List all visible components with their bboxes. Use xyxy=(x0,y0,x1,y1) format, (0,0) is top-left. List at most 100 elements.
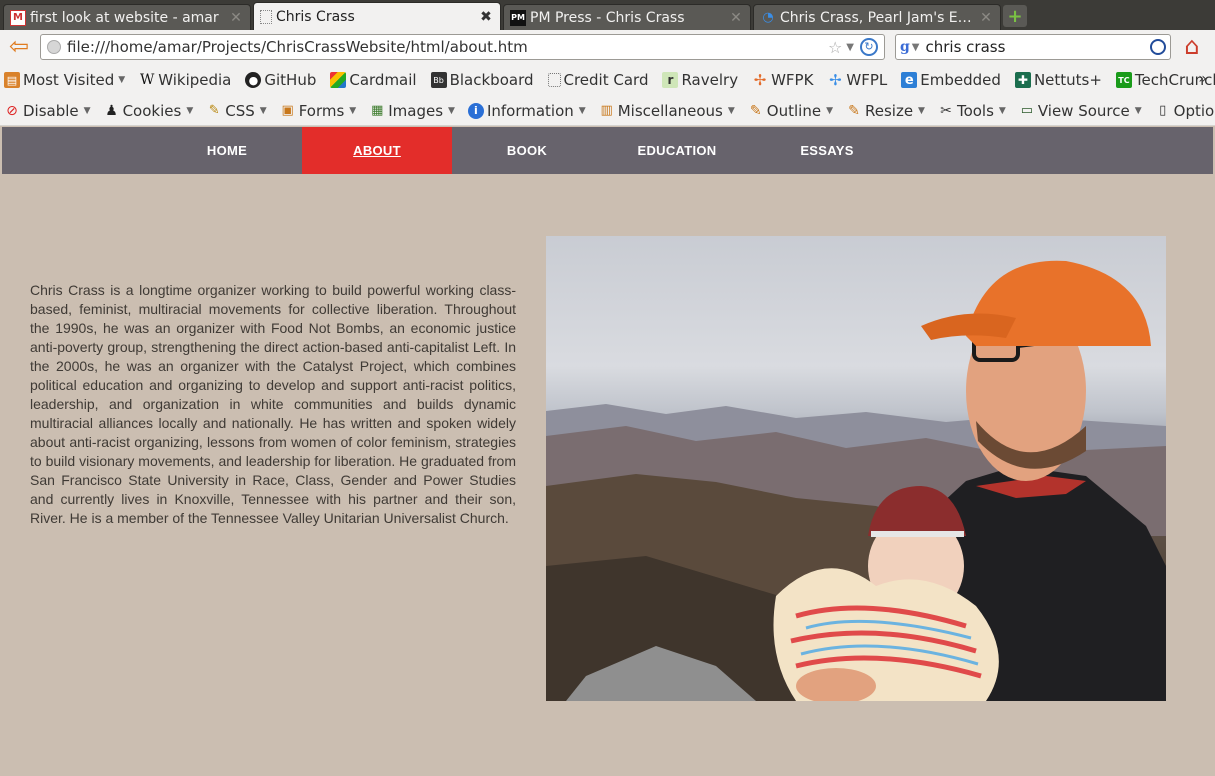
url-text[interactable]: file:///home/amar/Projects/ChrisCrassWeb… xyxy=(67,38,822,56)
dev-menu-label: Forms xyxy=(298,101,345,120)
bookmark-wfpk[interactable]: ✢ WFPK xyxy=(752,71,814,89)
embedded-icon: e xyxy=(901,72,918,88)
github-icon: ● xyxy=(245,72,262,88)
dev-menu-label: Miscellaneous xyxy=(617,101,723,120)
chevron-down-icon: ▼ xyxy=(727,105,735,116)
gmail-icon: M xyxy=(10,9,26,26)
tab-title: Chris Crass xyxy=(276,8,355,25)
google-icon[interactable]: g xyxy=(900,39,910,55)
navigation-toolbar: ⇦ file:///home/amar/Projects/ChrisCrassW… xyxy=(0,30,1215,64)
tab-pm-press[interactable]: PM PM Press - Chris Crass ✕ xyxy=(503,4,751,30)
tools-icon: ✂ xyxy=(940,102,952,119)
search-engine-dropdown-icon[interactable]: ▼ xyxy=(912,42,920,53)
css-icon: ✎ xyxy=(208,103,220,118)
miscellaneous-icon: ▥ xyxy=(600,103,613,118)
author-photo xyxy=(546,236,1166,701)
dev-menu-resize[interactable]: ✎ Resize ▼ xyxy=(846,102,925,120)
bookmark-label: WFPK xyxy=(771,71,814,89)
dev-menu-css[interactable]: ✎ CSS ▼ xyxy=(206,101,267,120)
bookmark-github[interactable]: ● GitHub xyxy=(245,71,316,89)
wfpl-icon: ✢ xyxy=(829,71,842,89)
bookmark-star-icon[interactable]: ☆ xyxy=(828,38,842,57)
dev-menu-label: CSS xyxy=(225,101,255,120)
chevron-down-icon: ▼ xyxy=(83,105,91,116)
dev-menu-label: Options xyxy=(1173,101,1215,120)
nav-education-link[interactable]: EDUCATION xyxy=(602,127,752,174)
bookmark-credit-card[interactable]: Credit Card xyxy=(547,71,649,89)
site-identity-icon[interactable] xyxy=(47,40,61,54)
dev-menu-options[interactable]: ▯Options▼ xyxy=(1155,102,1215,120)
dev-menu-miscellaneous[interactable]: ▥ Miscellaneous ▼ xyxy=(599,102,735,120)
nav-book-link[interactable]: BOOK xyxy=(452,127,602,174)
bookmark-nettuts[interactable]: ✚ Nettuts+ xyxy=(1014,71,1102,89)
address-bar[interactable]: file:///home/amar/Projects/ChrisCrassWeb… xyxy=(40,34,885,60)
nav-home-link[interactable]: HOME xyxy=(152,127,302,174)
dev-menu-forms[interactable]: ▣ Forms ▼ xyxy=(280,102,357,120)
dev-menu-label: Disable xyxy=(23,101,79,120)
chevron-down-icon: ▼ xyxy=(186,105,194,116)
most-visited-icon: ▤ xyxy=(4,72,20,88)
wikipedia-icon: W xyxy=(140,72,155,88)
close-tab-icon[interactable]: ✕ xyxy=(978,10,994,26)
bookmark-cardmail[interactable]: Cardmail xyxy=(330,71,417,89)
chevron-down-icon: ▼ xyxy=(918,105,925,116)
tab-strip: M first look at website - amar ✕ Chris C… xyxy=(0,0,1215,30)
more-bookmarks-chevron-icon[interactable]: » xyxy=(1198,71,1207,87)
wfpk-icon: ✢ xyxy=(753,71,767,89)
bookmark-most-visited[interactable]: ▤ Most Visited ▼ xyxy=(4,71,125,89)
dev-menu-tools[interactable]: ✂ Tools ▼ xyxy=(938,102,1006,120)
images-icon: ▦ xyxy=(371,103,384,118)
close-tab-icon[interactable]: ✖ xyxy=(478,9,494,25)
chevron-down-icon: ▼ xyxy=(998,105,1006,116)
tab-gmail[interactable]: M first look at website - amar ✕ xyxy=(3,4,251,30)
bookmark-embedded[interactable]: e Embedded xyxy=(901,71,1001,89)
bookmark-ravelry[interactable]: r Ravelry xyxy=(662,71,738,89)
web-developer-toolbar: ⊘ Disable ▼ ♟ Cookies ▼ ✎ CSS ▼ ▣ Forms ▼ ▦ Image… xyxy=(0,96,1215,126)
dev-menu-label: Images xyxy=(388,101,444,120)
view-source-icon: ▭ xyxy=(1020,103,1033,118)
bookmark-label: WFPL xyxy=(846,71,888,89)
nav-essays-link[interactable]: ESSAYS xyxy=(752,127,902,174)
credit-card-icon xyxy=(547,73,561,87)
blackboard-icon: Bb xyxy=(430,72,447,88)
pm-press-icon: PM xyxy=(510,9,526,26)
dev-menu-label: View Source xyxy=(1037,101,1130,120)
chevron-down-icon: ▼ xyxy=(826,105,833,116)
author-photo-illustration xyxy=(546,260,1166,701)
nav-about-link[interactable]: ABOUT xyxy=(302,127,452,174)
search-input[interactable] xyxy=(925,38,1150,56)
tab-chris-crass[interactable]: Chris Crass ✖ xyxy=(253,2,501,30)
tab-title: first look at website - amar xyxy=(30,9,219,26)
ravelry-icon: r xyxy=(662,72,679,88)
dev-menu-disable[interactable]: ⊘ Disable ▼ xyxy=(4,101,91,120)
cardmail-icon xyxy=(330,72,347,88)
new-tab-button[interactable]: + xyxy=(1003,5,1027,27)
home-button[interactable]: ⌂ xyxy=(1179,34,1205,60)
site-navigation: HOME ABOUT BOOK EDUCATION ESSAYS xyxy=(2,127,1213,174)
techcrunch-icon: TC xyxy=(1115,72,1132,88)
blank-page-icon xyxy=(260,9,272,24)
bookmark-label: GitHub xyxy=(264,71,317,89)
dev-menu-cookies[interactable]: ♟ Cookies ▼ xyxy=(104,102,194,120)
bookmark-label: Credit Card xyxy=(563,71,649,89)
close-tab-icon[interactable]: ✕ xyxy=(228,10,244,26)
bookmark-wfpl[interactable]: ✢ WFPL xyxy=(827,71,887,89)
dev-menu-view-source[interactable]: ▭ View Source ▼ xyxy=(1019,102,1142,120)
cookies-icon: ♟ xyxy=(105,102,118,119)
options-icon: ▯ xyxy=(1159,103,1167,118)
url-history-dropdown-icon[interactable]: ▼ xyxy=(846,42,854,53)
dev-menu-outline[interactable]: ✎ Outline ▼ xyxy=(748,102,833,120)
dev-menu-information[interactable]: i Information ▼ xyxy=(467,102,586,120)
bookmark-blackboard[interactable]: Bb Blackboard xyxy=(430,71,534,89)
reload-icon[interactable]: ↻ xyxy=(860,38,878,56)
search-bar[interactable]: g ▼ xyxy=(895,34,1171,60)
dev-menu-images[interactable]: ▦ Images ▼ xyxy=(369,102,455,120)
close-tab-icon[interactable]: ✕ xyxy=(728,10,744,26)
chevron-down-icon: ▼ xyxy=(349,105,357,116)
tab-pearl-jam[interactable]: ◔ Chris Crass, Pearl Jam's Ed... ✕ xyxy=(753,4,1001,30)
back-button[interactable]: ⇦ xyxy=(4,34,34,60)
bookmark-label: Ravelry xyxy=(681,71,739,89)
bookmark-wikipedia[interactable]: W Wikipedia xyxy=(139,71,231,89)
bookmark-label: Nettuts+ xyxy=(1033,71,1102,89)
search-icon[interactable] xyxy=(1150,39,1166,55)
